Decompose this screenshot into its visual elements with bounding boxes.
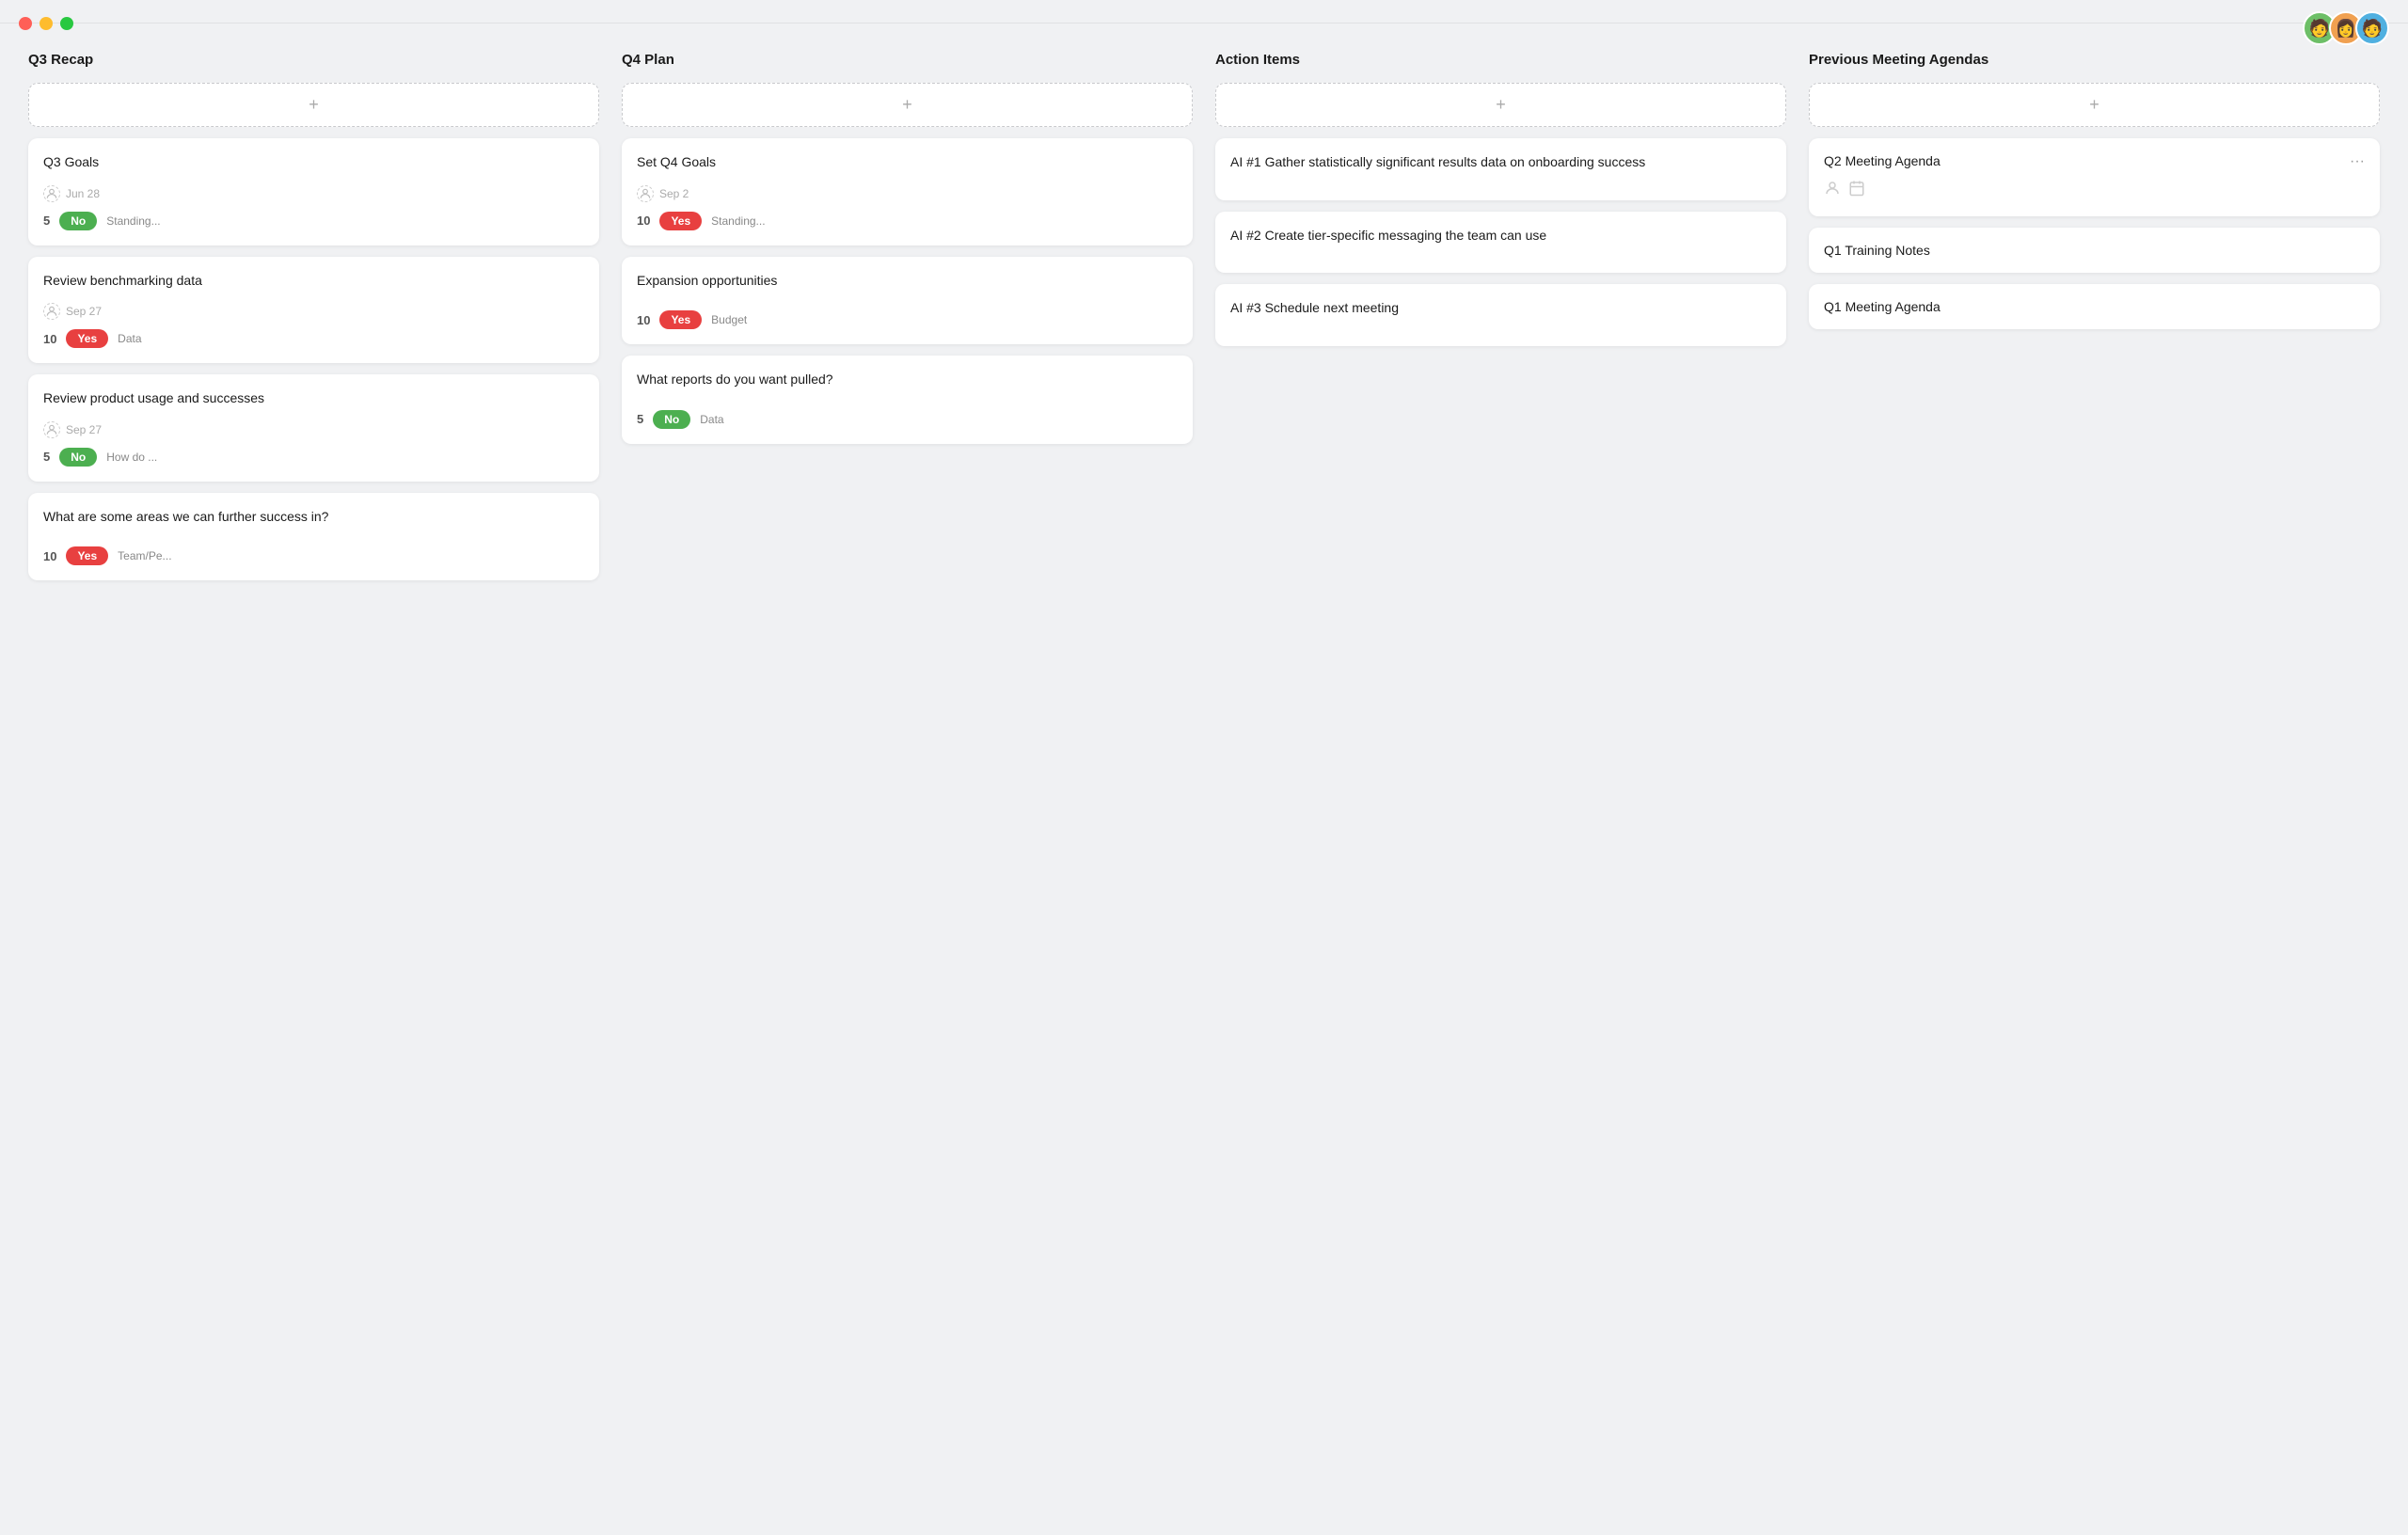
person-icon — [43, 421, 60, 438]
card-title: Q2 Meeting Agenda — [1824, 153, 1941, 168]
card-badge: No — [59, 448, 97, 467]
person-icon — [43, 185, 60, 202]
card-date-meta: Sep 2 — [637, 185, 1178, 202]
close-button[interactable] — [19, 17, 32, 30]
card-date-meta: Sep 27 — [43, 303, 584, 320]
column-header-q4-plan: Q4 Plan — [622, 52, 1193, 68]
more-options-icon[interactable]: ··· — [2350, 153, 2365, 170]
card-extra-text: Team/Pe... — [118, 549, 171, 562]
card-title: AI #2 Create tier-specific messaging the… — [1230, 227, 1771, 245]
card-what-reports[interactable]: What reports do you want pulled? 5 No Data — [622, 356, 1193, 444]
calendar-icon — [1848, 180, 1865, 201]
card-title: Q3 Goals — [43, 153, 584, 172]
card-title: What are some areas we can further succe… — [43, 508, 584, 527]
card-date: Sep 2 — [659, 187, 689, 200]
card-extra-text: Standing... — [106, 214, 160, 228]
minimize-button[interactable] — [40, 17, 53, 30]
column-prev-agendas: Previous Meeting Agendas + Q2 Meeting Agen… — [1809, 52, 2380, 340]
card-extra-text: Budget — [711, 313, 747, 326]
card-title: Review product usage and successes — [43, 389, 584, 408]
card-number: 5 — [637, 412, 643, 426]
card-badge: Yes — [659, 310, 702, 329]
card-footer: 5 No Data — [637, 410, 1178, 429]
add-card-button-action-items[interactable]: + — [1215, 83, 1786, 127]
card-title: Q1 Training Notes — [1824, 243, 1930, 258]
avatar-group: 🧑 👩 🧑 — [2303, 11, 2389, 45]
card-title: Review benchmarking data — [43, 272, 584, 291]
board: Q3 Recap + Q3 Goals Jun 28 5 No Standing... R… — [0, 24, 2408, 620]
card-footer: 10 Yes Data — [43, 329, 584, 348]
card-extra-text: Data — [700, 413, 723, 426]
card-footer: 10 Yes Standing... — [637, 212, 1178, 230]
card-set-q4-goals[interactable]: Set Q4 Goals Sep 2 10 Yes Standing... — [622, 138, 1193, 245]
avatar: 🧑 — [2355, 11, 2389, 45]
column-action-items: Action Items + AI #1 Gather statistically … — [1215, 52, 1786, 357]
column-header-q3-recap: Q3 Recap — [28, 52, 599, 68]
add-card-button-q3-recap[interactable]: + — [28, 83, 599, 127]
column-header-action-items: Action Items — [1215, 52, 1786, 68]
card-ai3[interactable]: AI #3 Schedule next meeting — [1215, 284, 1786, 346]
card-q2-agenda[interactable]: Q2 Meeting Agenda ··· — [1809, 138, 2380, 216]
title-bar: 🧑 👩 🧑 — [0, 0, 2408, 24]
card-badge: Yes — [659, 212, 702, 230]
card-ai1[interactable]: AI #1 Gather statistically significant r… — [1215, 138, 1786, 200]
card-meta-icons — [1824, 180, 1941, 201]
card-review-product-usage[interactable]: Review product usage and successes Sep 2… — [28, 374, 599, 482]
person-icon — [637, 185, 654, 202]
card-expansion-opps[interactable]: Expansion opportunities 10 Yes Budget — [622, 257, 1193, 345]
card-number: 10 — [637, 214, 650, 228]
card-q1-training[interactable]: Q1 Training Notes — [1809, 228, 2380, 273]
card-title: AI #3 Schedule next meeting — [1230, 299, 1771, 318]
card-extra-text: Data — [118, 332, 141, 345]
card-title: Expansion opportunities — [637, 272, 1178, 291]
card-badge: No — [59, 212, 97, 230]
add-card-button-q4-plan[interactable]: + — [622, 83, 1193, 127]
add-card-button-prev-agendas[interactable]: + — [1809, 83, 2380, 127]
maximize-button[interactable] — [60, 17, 73, 30]
column-header-prev-agendas: Previous Meeting Agendas — [1809, 52, 2380, 68]
card-date: Sep 27 — [66, 423, 102, 436]
card-footer: 10 Yes Team/Pe... — [43, 546, 584, 565]
card-number: 10 — [637, 313, 650, 327]
card-footer: 5 No Standing... — [43, 212, 584, 230]
traffic-lights — [19, 17, 73, 30]
card-number: 10 — [43, 332, 56, 346]
card-badge: Yes — [66, 546, 108, 565]
card-title: AI #1 Gather statistically significant r… — [1230, 153, 1771, 172]
card-number: 5 — [43, 214, 50, 228]
card-q1-agenda[interactable]: Q1 Meeting Agenda — [1809, 284, 2380, 329]
card-number: 10 — [43, 549, 56, 563]
card-review-benchmarking[interactable]: Review benchmarking data Sep 27 10 Yes Dat… — [28, 257, 599, 364]
card-title: Q1 Meeting Agenda — [1824, 299, 1941, 314]
card-title: What reports do you want pulled? — [637, 371, 1178, 389]
card-title: Set Q4 Goals — [637, 153, 1178, 172]
person-icon — [1824, 180, 1841, 201]
person-icon — [43, 303, 60, 320]
card-extra-text: Standing... — [711, 214, 765, 228]
card-date: Sep 27 — [66, 305, 102, 318]
card-date-meta: Sep 27 — [43, 421, 584, 438]
card-q3-goals[interactable]: Q3 Goals Jun 28 5 No Standing... — [28, 138, 599, 245]
card-date-meta: Jun 28 — [43, 185, 584, 202]
card-extra-text: How do ... — [106, 451, 157, 464]
card-badge: No — [653, 410, 690, 429]
card-footer: 10 Yes Budget — [637, 310, 1178, 329]
card-further-success[interactable]: What are some areas we can further succe… — [28, 493, 599, 581]
card-number: 5 — [43, 450, 50, 464]
column-q4-plan: Q4 Plan + Set Q4 Goals Sep 2 10 Yes Standing… — [622, 52, 1193, 455]
card-footer: 5 No How do ... — [43, 448, 584, 467]
card-badge: Yes — [66, 329, 108, 348]
card-ai2[interactable]: AI #2 Create tier-specific messaging the… — [1215, 212, 1786, 274]
card-date: Jun 28 — [66, 187, 100, 200]
column-q3-recap: Q3 Recap + Q3 Goals Jun 28 5 No Standing... R… — [28, 52, 599, 592]
